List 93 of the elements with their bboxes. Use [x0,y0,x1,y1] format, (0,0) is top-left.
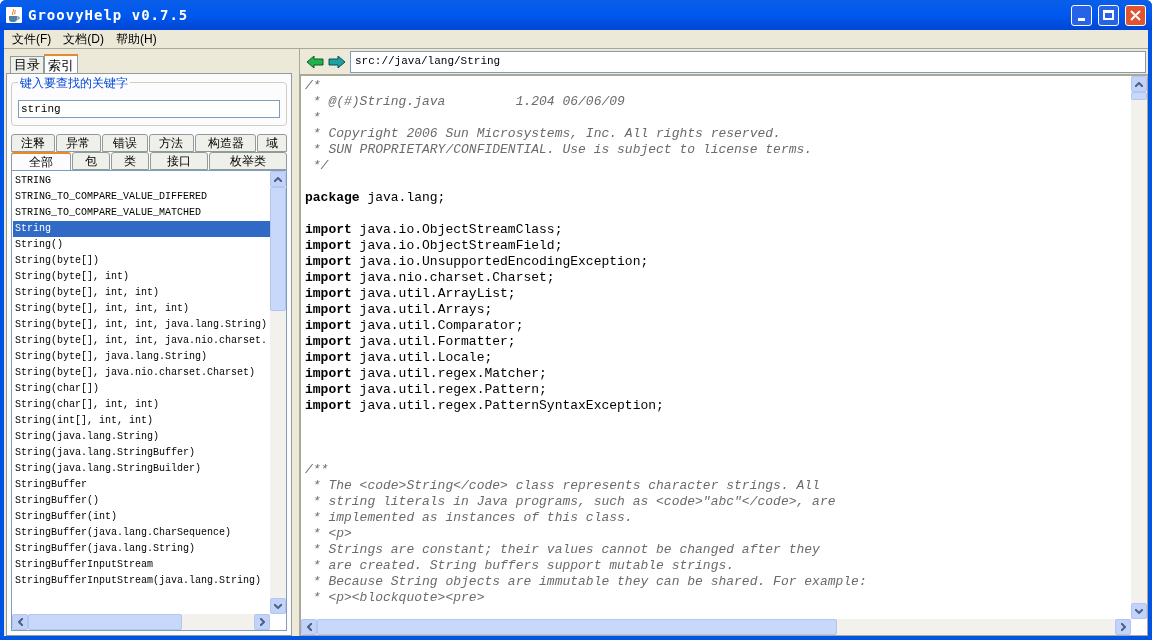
scrollbar-thumb[interactable] [1131,92,1147,100]
tab[interactable]: 异常 [55,134,101,152]
list-item[interactable]: STRING_TO_COMPARE_VALUE_MATCHED [13,205,270,221]
tab[interactable]: 枚举类 [209,152,287,170]
code-comment: * <p> [311,526,352,541]
close-icon [1130,9,1141,21]
scrollbar-thumb[interactable] [317,619,837,635]
list-item[interactable]: String(java.lang.StringBuffer) [13,445,270,461]
code-comment: * Copyright 2006 Sun Microsystems, Inc. All rights reserved. [311,126,781,141]
code-comment: * @(#)String.java 1.204 06/06/09 [311,94,625,109]
code-line: import java.nio.charset.Charset; [305,270,555,285]
code-comment: * Strings are constant; their values cannot be changed after they [311,542,820,557]
vertical-scrollbar[interactable] [1131,76,1147,619]
tab[interactable]: 索引 [44,54,78,74]
list-item[interactable]: String(byte[], int, int, int) [13,301,270,317]
code-line: import java.io.ObjectStreamClass; [305,222,563,237]
code-comment: /** [305,462,329,477]
scrollbar-thumb[interactable] [270,187,286,311]
code-line: package java.lang; [305,190,446,205]
code-comment: * The <code>String</code> class represents character strings. All [311,478,820,493]
list-item[interactable]: String() [13,237,270,253]
menu-item[interactable]: 文档(D) [59,30,108,48]
tab[interactable]: 全部 [11,152,71,170]
list-item[interactable]: StringBufferInputStream(java.lang.String) [13,573,270,589]
scroll-left-button[interactable] [12,614,28,630]
vertical-scrollbar[interactable] [270,171,286,614]
close-button[interactable] [1125,4,1146,26]
code-comment: /* [305,78,321,93]
code-line: import java.util.Arrays; [305,302,493,317]
code-comment: * are created. String buffers support mutable strings. [311,558,735,573]
forward-arrow-icon[interactable] [328,54,346,69]
menu-item[interactable]: 文件(F) [8,30,56,48]
tab[interactable]: 目录 [10,56,44,73]
list-item[interactable]: String(java.lang.String) [13,429,270,445]
code-comment: * [311,110,321,125]
code-line: import java.util.regex.PatternSyntaxException; [305,398,664,413]
list-item[interactable]: String(byte[], java.lang.String) [13,349,270,365]
code-line: import java.util.Formatter; [305,334,516,349]
list-item[interactable]: String(byte[], int, int, java.lang.String) [13,317,270,333]
list-item[interactable]: StringBuffer(int) [13,509,270,525]
code-line: import java.util.Comparator; [305,318,524,333]
address-field[interactable]: src://java/lang/String [350,50,1146,73]
list-item[interactable]: STRING [13,173,270,189]
tab[interactable]: 包 [72,152,110,170]
code-line: import java.util.ArrayList; [305,286,516,301]
list-item[interactable]: StringBuffer [13,477,270,493]
scroll-right-button[interactable] [254,614,270,630]
code-line: import java.io.UnsupportedEncodingException; [305,254,649,269]
list-item[interactable]: String(byte[], int, int, java.nio.charset. [13,333,270,349]
scroll-left-button[interactable] [301,619,317,635]
tab[interactable]: 注释 [11,134,55,152]
list-item[interactable]: String(int[], int, int) [13,413,270,429]
list-item[interactable]: StringBuffer() [13,493,270,509]
minimize-button[interactable] [1071,4,1092,26]
list-item[interactable]: String(byte[], java.nio.charset.Charset) [13,365,270,381]
code-comment: * <p><blockquote><pre> [311,590,485,605]
list-item[interactable]: StringBuffer(java.lang.CharSequence) [13,525,270,541]
code-line: import java.util.regex.Pattern; [305,382,547,397]
horizontal-scrollbar[interactable] [301,619,1131,635]
horizontal-scrollbar[interactable] [12,614,270,630]
list-item[interactable]: String(byte[], int, int) [13,285,270,301]
scrollbar-thumb[interactable] [28,614,182,630]
list-item[interactable]: StringBuffer(java.lang.String) [13,541,270,557]
back-arrow-icon[interactable] [306,54,324,69]
tab[interactable]: 构造器 [195,134,257,152]
menu-item[interactable]: 帮助(H) [112,30,161,48]
tab[interactable]: 接口 [150,152,208,170]
maximize-button[interactable] [1098,4,1119,26]
list-item[interactable]: STRING_TO_COMPARE_VALUE_DIFFERED [13,189,270,205]
list-item[interactable]: String(java.lang.StringBuilder) [13,461,270,477]
code-line: import java.io.ObjectStreamField; [305,238,563,253]
search-field[interactable]: string [18,100,280,118]
code-comment: * SUN PROPRIETARY/CONFIDENTIAL. Use is subject to license terms. [311,142,813,157]
code-line: import java.util.regex.Matcher; [305,366,547,381]
list-item[interactable]: StringBufferInputStream [13,557,270,573]
code-comment: * Because String objects are immutable they can be shared. For example: [311,574,867,589]
list-item[interactable]: String(byte[]) [13,253,270,269]
list-item[interactable]: String [13,221,270,237]
code-comment: */ [311,158,329,173]
code-comment: * string literals in Java programs, such as <code>"abc"</code>, are [311,494,836,509]
tab[interactable]: 错误 [102,134,148,152]
list-item[interactable]: String(char[], int, int) [13,397,270,413]
window-title: GroovyHelp v0.7.5 [28,5,190,25]
list-item[interactable]: String(char[]) [13,381,270,397]
tab[interactable]: 方法 [148,134,194,152]
list-item[interactable]: String(byte[], int) [13,269,270,285]
coffee-cup-icon [6,7,22,23]
tab[interactable]: 域 [257,134,287,152]
code-line: import java.util.Locale; [305,350,493,365]
scroll-right-button[interactable] [1115,619,1131,635]
search-legend: 键入要查找的关键字 [18,74,130,92]
tab[interactable]: 类 [111,152,149,170]
code-comment: * implemented as instances of this class. [311,510,633,525]
